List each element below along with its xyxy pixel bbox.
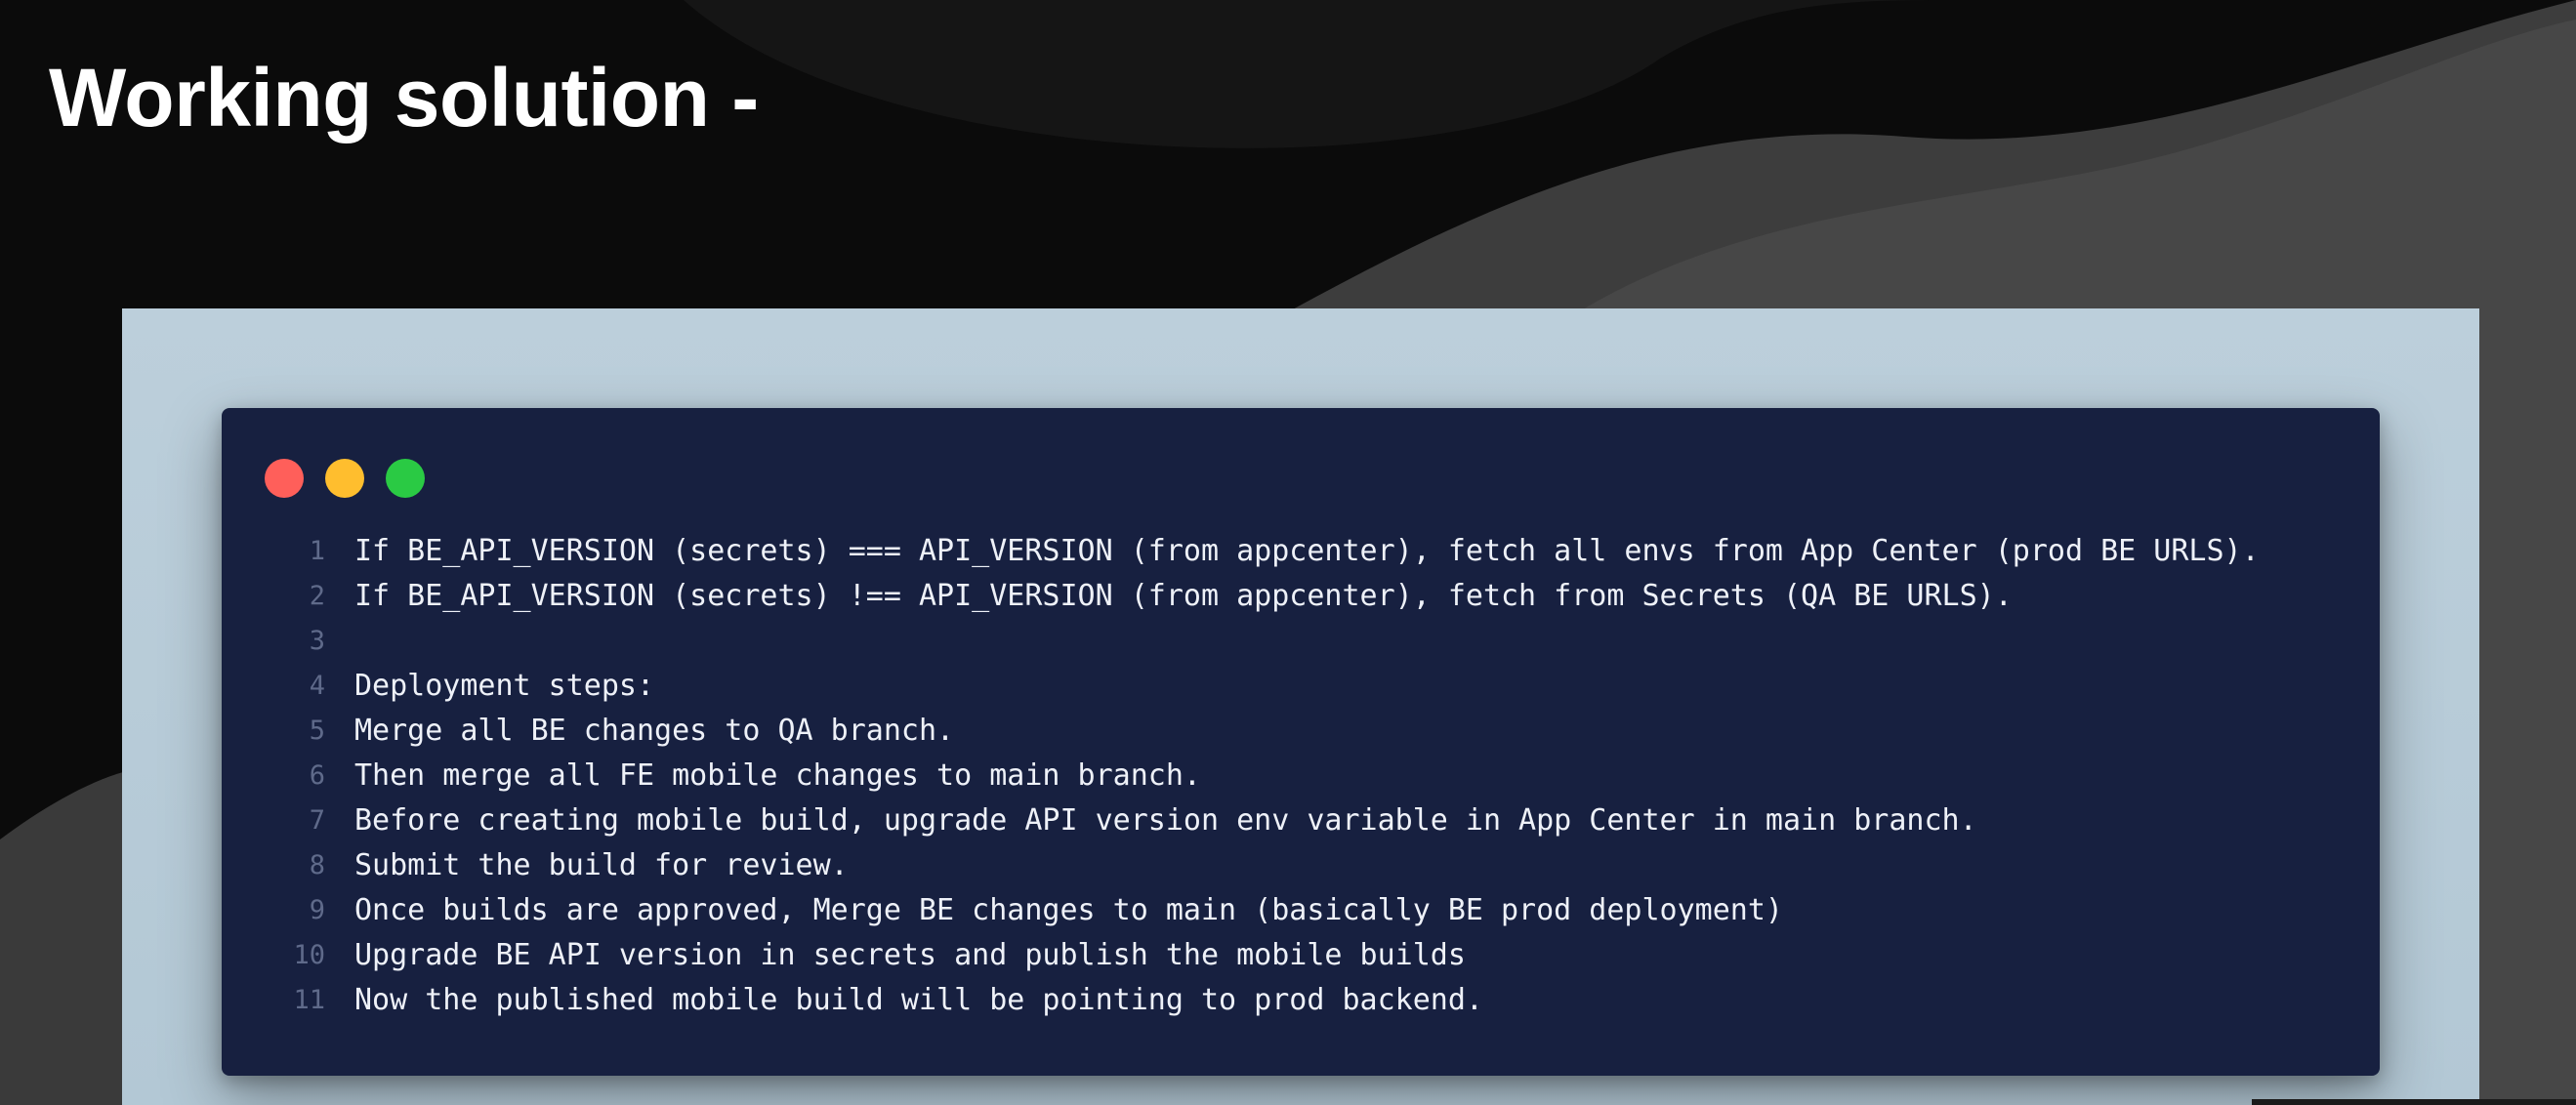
code-window: 1 If BE_API_VERSION (secrets) === API_VE… [222, 408, 2380, 1076]
line-text: If BE_API_VERSION (secrets) !== API_VERS… [354, 579, 2013, 613]
code-line: 5 Merge all BE changes to QA branch. [272, 709, 2260, 754]
maximize-dot-icon [386, 459, 425, 498]
code-line: 11 Now the published mobile build will b… [272, 978, 2260, 1023]
line-number: 8 [309, 850, 325, 880]
slide: Working solution - 1 If BE_API_VERSION (… [0, 0, 2576, 1105]
code-line: 6 Then merge all FE mobile changes to ma… [272, 754, 2260, 798]
line-number: 6 [309, 760, 325, 791]
line-number: 10 [293, 940, 325, 970]
code-line: 1 If BE_API_VERSION (secrets) === API_VE… [272, 529, 2260, 574]
line-text: Deployment steps: [354, 669, 655, 703]
code-line: 4 Deployment steps: [272, 664, 2260, 709]
line-text: Merge all BE changes to QA branch. [354, 714, 955, 748]
line-number: 2 [309, 581, 325, 611]
line-number: 7 [309, 805, 325, 836]
code-line: 3 [272, 619, 2260, 664]
code-screenshot-frame: 1 If BE_API_VERSION (secrets) === API_VE… [122, 308, 2479, 1105]
line-text: Submit the build for review. [354, 848, 849, 882]
line-number: 4 [309, 671, 325, 701]
code-line: 9 Once builds are approved, Merge BE cha… [272, 888, 2260, 933]
line-number: 9 [309, 895, 325, 925]
line-number: 5 [309, 716, 325, 746]
code-line: 7 Before creating mobile build, upgrade … [272, 798, 2260, 843]
slide-title: Working solution - [49, 52, 759, 143]
line-text: Before creating mobile build, upgrade AP… [354, 803, 1977, 838]
line-text: Now the published mobile build will be p… [354, 983, 1483, 1017]
code-line: 8 Submit the build for review. [272, 843, 2260, 888]
line-text: Once builds are approved, Merge BE chang… [354, 893, 1783, 927]
code-line: 2 If BE_API_VERSION (secrets) !== API_VE… [272, 574, 2260, 619]
bottom-edge-bar [2252, 1099, 2576, 1105]
line-text: Upgrade BE API version in secrets and pu… [354, 938, 1466, 972]
line-number: 11 [293, 985, 325, 1015]
line-text: If BE_API_VERSION (secrets) === API_VERS… [354, 534, 2260, 568]
minimize-dot-icon [325, 459, 364, 498]
line-number: 1 [309, 536, 325, 566]
line-number: 3 [309, 626, 325, 656]
window-controls [265, 459, 425, 498]
code-line: 10 Upgrade BE API version in secrets and… [272, 933, 2260, 978]
code-block: 1 If BE_API_VERSION (secrets) === API_VE… [272, 529, 2260, 1023]
close-dot-icon [265, 459, 304, 498]
line-text: Then merge all FE mobile changes to main… [354, 758, 1201, 793]
